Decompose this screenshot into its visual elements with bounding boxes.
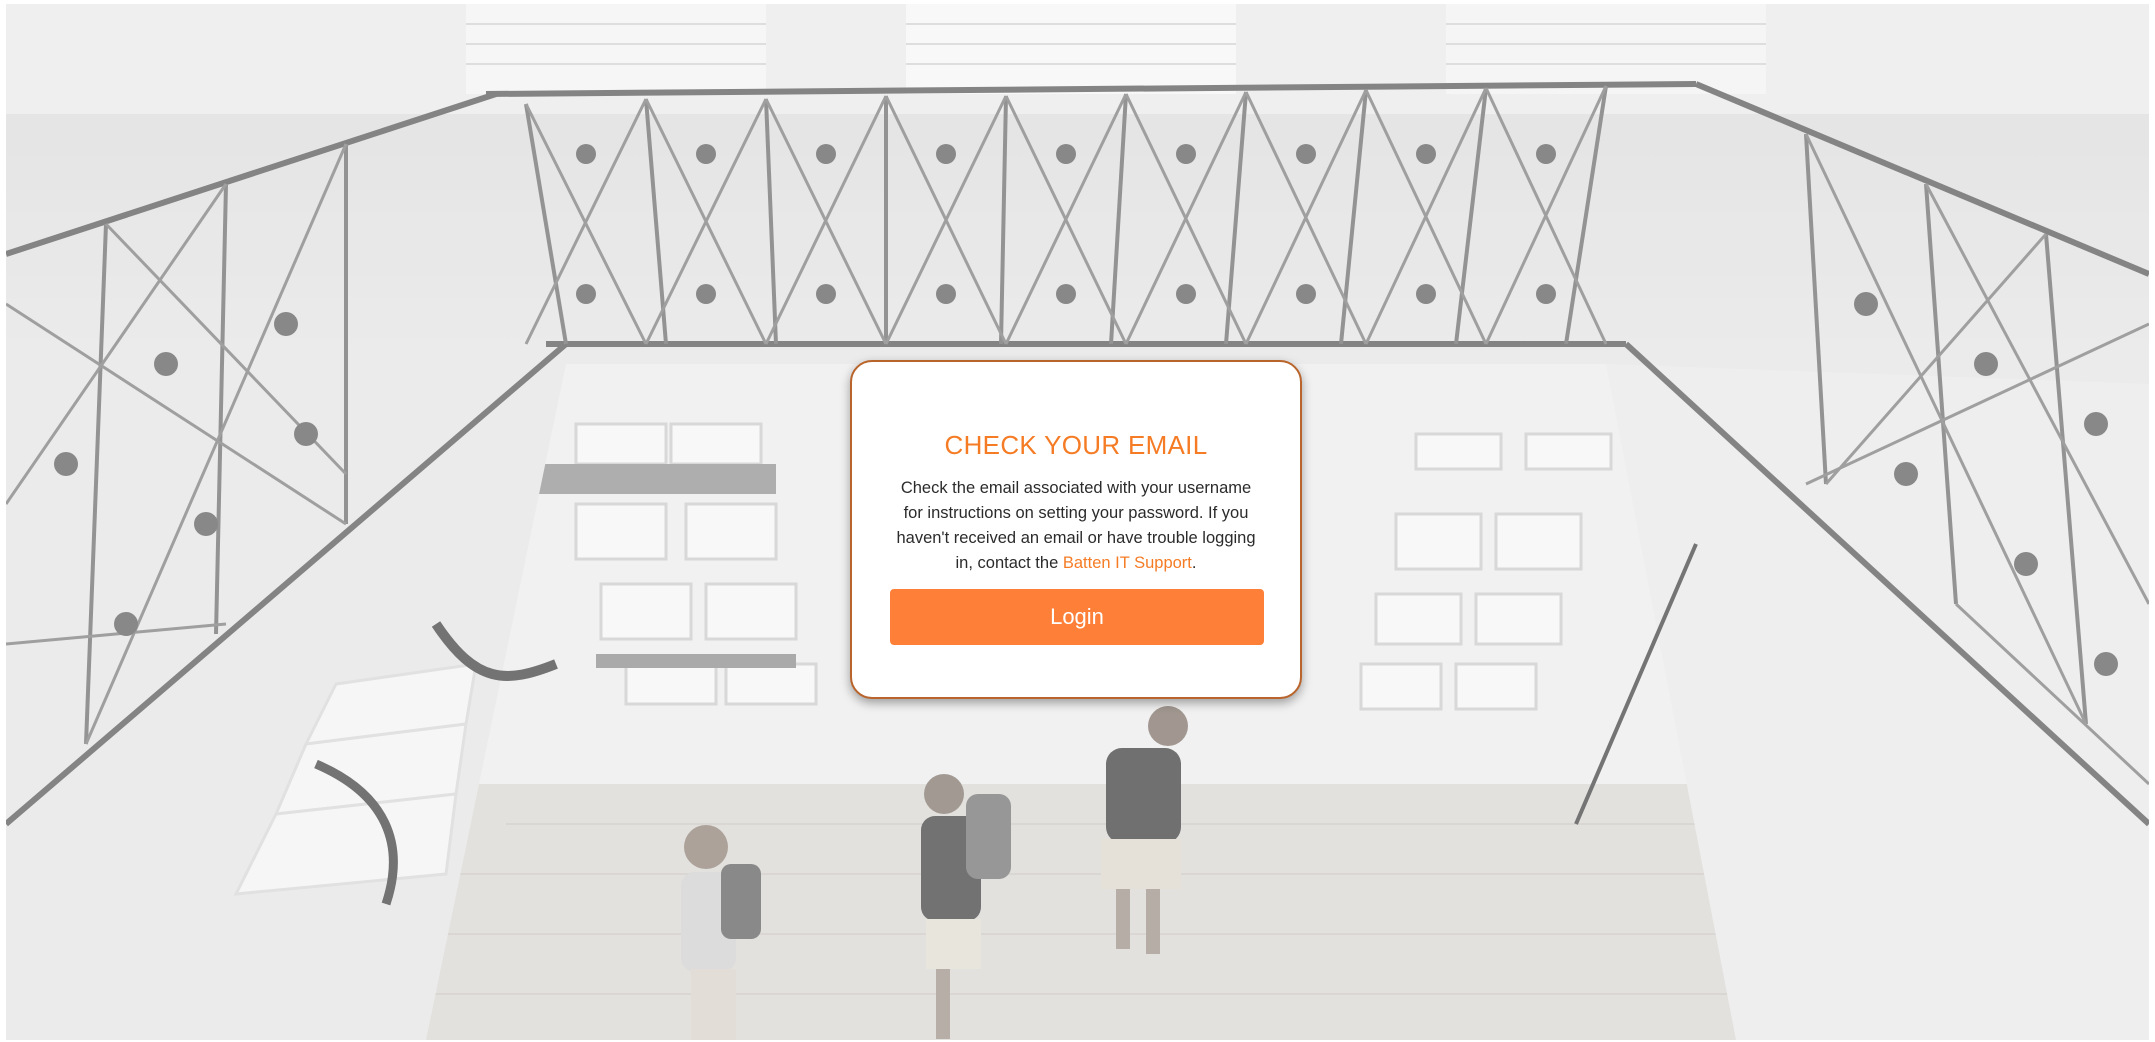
dialog-message: Check the email associated with your use…: [892, 476, 1260, 576]
login-button[interactable]: Login: [890, 589, 1264, 645]
check-email-dialog: CHECK YOUR EMAIL Check the email associa…: [850, 360, 1302, 699]
dialog-title: CHECK YOUR EMAIL: [944, 430, 1208, 460]
dialog-message-end: .: [1191, 554, 1197, 572]
batten-it-support-link[interactable]: Batten IT Support: [1063, 554, 1192, 572]
page: CHECK YOUR EMAIL Check the email associa…: [0, 0, 2155, 1042]
